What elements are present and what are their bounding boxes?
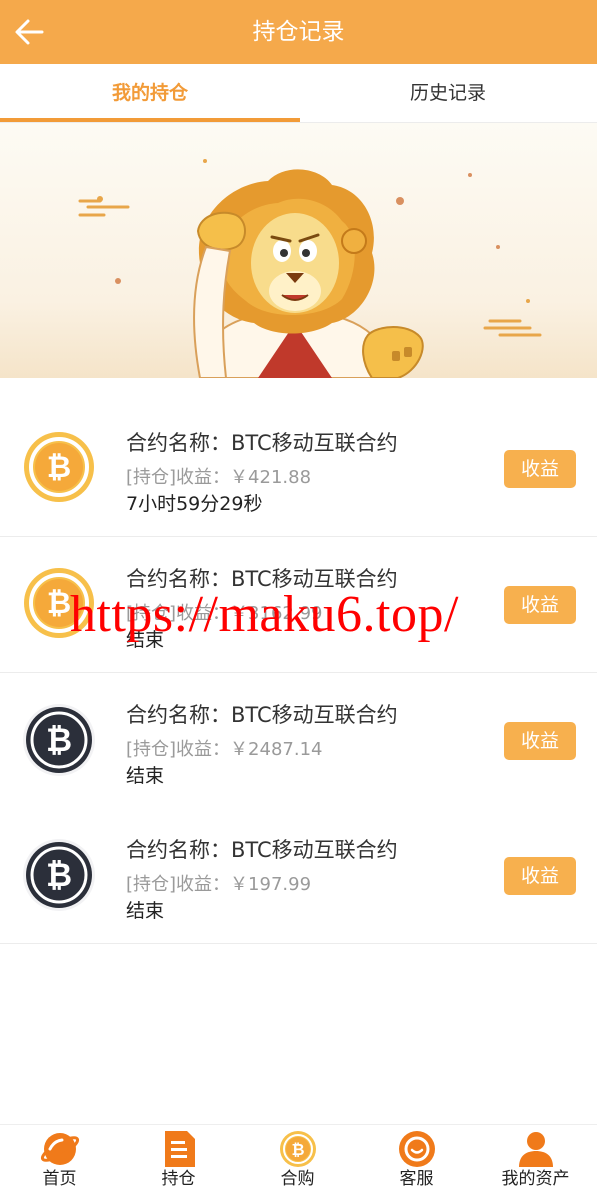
status-text: 7小时59分29秒 — [126, 493, 263, 515]
document-icon — [165, 1131, 195, 1167]
profit-button[interactable]: 收益 — [504, 857, 576, 895]
tabbar-label: 合购 — [280, 1169, 315, 1189]
svg-text:₿: ₿ — [291, 1140, 304, 1159]
svg-text:₿: ₿ — [47, 450, 71, 485]
profit-button[interactable]: 收益 — [504, 450, 576, 488]
tabbar-label: 客服 — [399, 1169, 434, 1189]
bitcoin-gold-icon: ₿ — [24, 432, 94, 502]
svg-text:₿: ₿ — [47, 586, 71, 621]
bottom-tab-bar: 首页 持仓 ₿ 合购 客服 我的资产 — [0, 1124, 597, 1203]
lion-illustration — [78, 159, 542, 378]
tab-my-holdings[interactable]: 我的持仓 — [0, 64, 300, 122]
holding-item: ₿ 合约名称：BTC移动互联合约 [持仓]收益：￥421.88 7小时59分29… — [0, 401, 597, 537]
bitcoin-icon: ₿ — [280, 1131, 316, 1167]
contract-name: 合约名称：BTC移动互联合约 — [126, 703, 398, 727]
bitcoin-dark-icon: ₿ — [23, 839, 95, 911]
svg-text:₿: ₿ — [46, 856, 72, 894]
holding-item: ₿ 合约名称：BTC移动互联合约 [持仓]收益：￥197.99 结束 收益 — [0, 808, 597, 944]
contract-name: 合约名称：BTC移动互联合约 — [126, 431, 398, 455]
planet-icon — [40, 1133, 80, 1165]
svg-text:₿: ₿ — [46, 721, 72, 759]
watermark-text: https://maku6.top/ — [70, 586, 459, 643]
tab-label: 我的持仓 — [111, 82, 188, 104]
tabbar-item-home[interactable]: 首页 — [0, 1125, 119, 1203]
bitcoin-dark-icon: ₿ — [23, 704, 95, 776]
active-tab-indicator — [0, 118, 300, 122]
tabbar-item-holdings[interactable]: 持仓 — [119, 1125, 238, 1203]
holding-item: ₿ 合约名称：BTC移动互联合约 [持仓]收益：￥2487.14 结束 收益 — [0, 673, 597, 809]
tab-bar: 我的持仓 历史记录 — [0, 64, 597, 123]
tab-history[interactable]: 历史记录 — [298, 64, 597, 122]
app-header: 持仓记录 — [0, 0, 597, 64]
profit-text: [持仓]收益：￥2487.14 — [126, 739, 323, 760]
tabbar-item-group-buy[interactable]: ₿ 合购 — [238, 1125, 357, 1203]
status-text: 结束 — [126, 900, 165, 922]
profit-text: [持仓]收益：￥421.88 — [126, 467, 312, 488]
tab-label: 历史记录 — [409, 82, 486, 104]
tabbar-label: 我的资产 — [501, 1169, 570, 1189]
status-text: 结束 — [126, 765, 165, 787]
chat-icon — [399, 1131, 435, 1167]
tabbar-label: 首页 — [42, 1169, 77, 1189]
tabbar-item-support[interactable]: 客服 — [357, 1125, 476, 1203]
profit-button[interactable]: 收益 — [504, 586, 576, 624]
tabbar-label: 持仓 — [161, 1169, 196, 1189]
user-icon — [519, 1132, 553, 1167]
contract-name: 合约名称：BTC移动互联合约 — [126, 838, 398, 862]
tabbar-item-my-assets[interactable]: 我的资产 — [476, 1125, 595, 1203]
lion-banner — [0, 123, 597, 378]
profit-button[interactable]: 收益 — [504, 722, 576, 760]
page-title: 持仓记录 — [252, 19, 345, 45]
profit-text: [持仓]收益：￥197.99 — [126, 874, 312, 895]
